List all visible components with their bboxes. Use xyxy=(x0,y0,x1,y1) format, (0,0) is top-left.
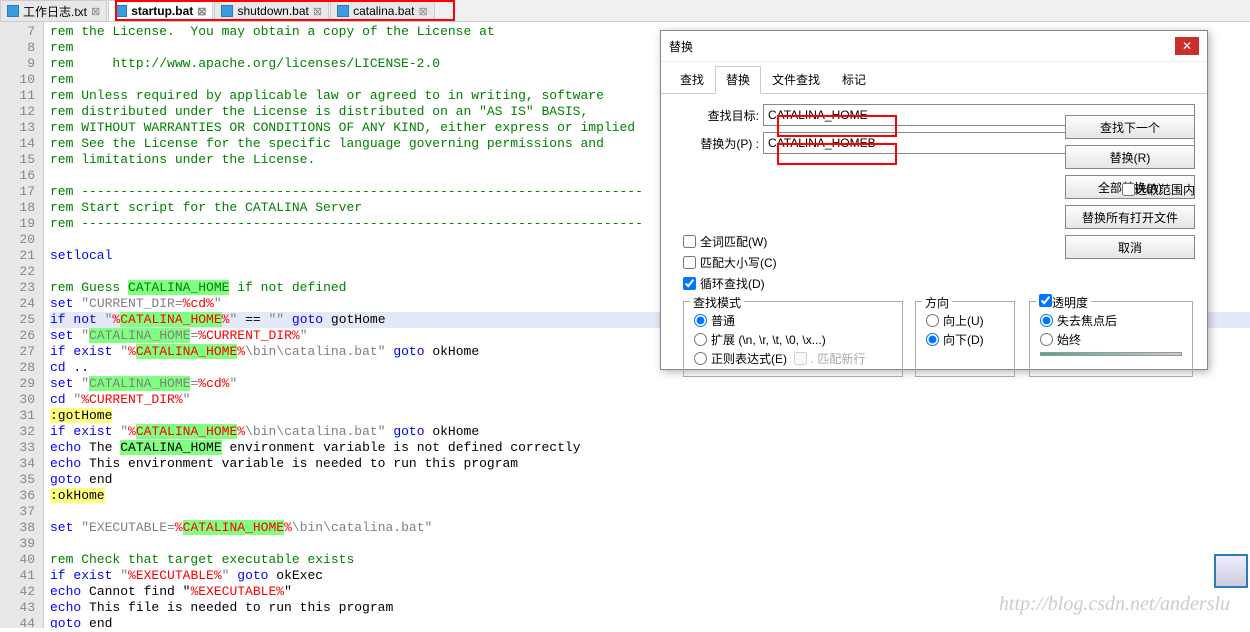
trans-legend: 透明度 xyxy=(1036,294,1091,311)
tab-startup-bat[interactable]: startup.bat ⊠ xyxy=(108,0,213,21)
close-icon[interactable]: ⊠ xyxy=(197,5,206,18)
file-icon xyxy=(337,5,349,17)
file-icon xyxy=(115,5,127,17)
tab-label: 工作日志.txt xyxy=(23,3,87,20)
mode-regex-label: 正则表达式(E) xyxy=(711,350,787,367)
code-line[interactable]: rem Check that target executable exists xyxy=(50,552,1250,568)
dialog-tab-3[interactable]: 标记 xyxy=(831,66,877,93)
close-icon[interactable]: ⊠ xyxy=(313,5,322,18)
code-line[interactable]: if exist "%CATALINA_HOME%\bin\catalina.b… xyxy=(50,424,1250,440)
trans-onblur-label: 失去焦点后 xyxy=(1057,312,1117,329)
mode-normal-radio[interactable] xyxy=(694,314,707,327)
tab-catalina-bat[interactable]: catalina.bat ⊠ xyxy=(330,0,435,21)
code-line[interactable]: :okHome xyxy=(50,488,1250,504)
trans-always-radio[interactable] xyxy=(1040,333,1053,346)
code-line[interactable] xyxy=(50,504,1250,520)
dialog-tabs: 查找替换文件查找标记 xyxy=(661,62,1207,94)
watermark: http://blog.csdn.net/anderslu xyxy=(999,593,1230,616)
replace-label: 替换为(P) : xyxy=(673,135,763,152)
trans-onblur-radio[interactable] xyxy=(1040,314,1053,327)
tab-bar: 工作日志.txt⊠startup.bat⊠shutdown.bat⊠catali… xyxy=(0,0,1250,22)
mode-legend: 查找模式 xyxy=(690,294,744,311)
wrap-label: 循环查找(D) xyxy=(700,275,765,292)
code-line[interactable]: set "CATALINA_HOME=%cd%" xyxy=(50,376,1250,392)
replace-dialog: 替换 ✕ 查找替换文件查找标记 查找目标: 替换为(P) : 查找下一个 替换(… xyxy=(660,30,1208,370)
dialog-title: 替换 xyxy=(669,38,693,55)
selection-only-checkbox[interactable] xyxy=(1122,183,1135,196)
mode-normal-label: 普通 xyxy=(711,312,735,329)
find-label: 查找目标: xyxy=(673,107,763,124)
dir-up-radio[interactable] xyxy=(926,314,939,327)
trans-legend-label: 透明度 xyxy=(1052,296,1088,310)
code-line[interactable]: cd "%CURRENT_DIR%" xyxy=(50,392,1250,408)
code-line[interactable] xyxy=(50,536,1250,552)
tab-label: startup.bat xyxy=(131,4,193,18)
code-line[interactable]: echo The CATALINA_HOME environment varia… xyxy=(50,440,1250,456)
tab-label: catalina.bat xyxy=(353,4,414,18)
dot-newline-checkbox xyxy=(794,352,807,365)
selection-only-label: 选取范围内 xyxy=(1135,181,1195,198)
match-case-label: 匹配大小写(C) xyxy=(700,254,777,271)
code-line[interactable]: set "EXECUTABLE=%CATALINA_HOME%\bin\cata… xyxy=(50,520,1250,536)
trans-always-label: 始终 xyxy=(1057,331,1081,348)
code-line[interactable]: if exist "%EXECUTABLE%" goto okExec xyxy=(50,568,1250,584)
code-line[interactable]: :gotHome xyxy=(50,408,1250,424)
dot-newline-label: . 匹配新行 xyxy=(811,350,866,367)
search-mode-group: 查找模式 普通 扩展 (\n, \r, \t, \0, \x...) 正则表达式… xyxy=(683,301,903,377)
close-icon[interactable]: ✕ xyxy=(1175,37,1199,55)
whole-word-label: 全词匹配(W) xyxy=(700,233,767,250)
whole-word-checkbox[interactable] xyxy=(683,235,696,248)
mode-extended-radio[interactable] xyxy=(694,333,707,346)
dialog-tab-1[interactable]: 替换 xyxy=(715,66,761,94)
file-icon xyxy=(7,5,19,17)
dir-up-label: 向上(U) xyxy=(943,312,984,329)
find-next-button[interactable]: 查找下一个 xyxy=(1065,115,1195,139)
trans-enable-checkbox[interactable] xyxy=(1039,294,1052,307)
cancel-button[interactable]: 取消 xyxy=(1065,235,1195,259)
match-case-checkbox[interactable] xyxy=(683,256,696,269)
dir-down-radio[interactable] xyxy=(926,333,939,346)
dialog-tab-0[interactable]: 查找 xyxy=(669,66,715,93)
mode-extended-label: 扩展 (\n, \r, \t, \0, \x...) xyxy=(711,331,826,348)
code-line[interactable]: goto end xyxy=(50,472,1250,488)
file-icon xyxy=(221,5,233,17)
dialog-tab-2[interactable]: 文件查找 xyxy=(761,66,831,93)
code-line[interactable]: goto end xyxy=(50,616,1250,628)
tab--txt[interactable]: 工作日志.txt ⊠ xyxy=(0,0,107,21)
replace-all-open-button[interactable]: 替换所有打开文件 xyxy=(1065,205,1195,229)
tab-shutdown-bat[interactable]: shutdown.bat ⊠ xyxy=(214,0,329,21)
minimap-icon[interactable] xyxy=(1214,554,1248,588)
dir-down-label: 向下(D) xyxy=(943,331,984,348)
transparency-slider[interactable] xyxy=(1040,352,1182,356)
tab-label: shutdown.bat xyxy=(237,4,308,18)
code-line[interactable]: echo This environment variable is needed… xyxy=(50,456,1250,472)
transparency-group: 透明度 失去焦点后 始终 xyxy=(1029,301,1193,377)
mode-regex-radio[interactable] xyxy=(694,352,707,365)
close-icon[interactable]: ⊠ xyxy=(418,5,427,18)
dir-legend: 方向 xyxy=(922,294,952,311)
wrap-checkbox[interactable] xyxy=(683,277,696,290)
direction-group: 方向 向上(U) 向下(D) xyxy=(915,301,1015,377)
close-icon[interactable]: ⊠ xyxy=(91,5,100,18)
replace-button[interactable]: 替换(R) xyxy=(1065,145,1195,169)
line-gutter: 7891011121314151617181920212223242526272… xyxy=(0,22,44,628)
